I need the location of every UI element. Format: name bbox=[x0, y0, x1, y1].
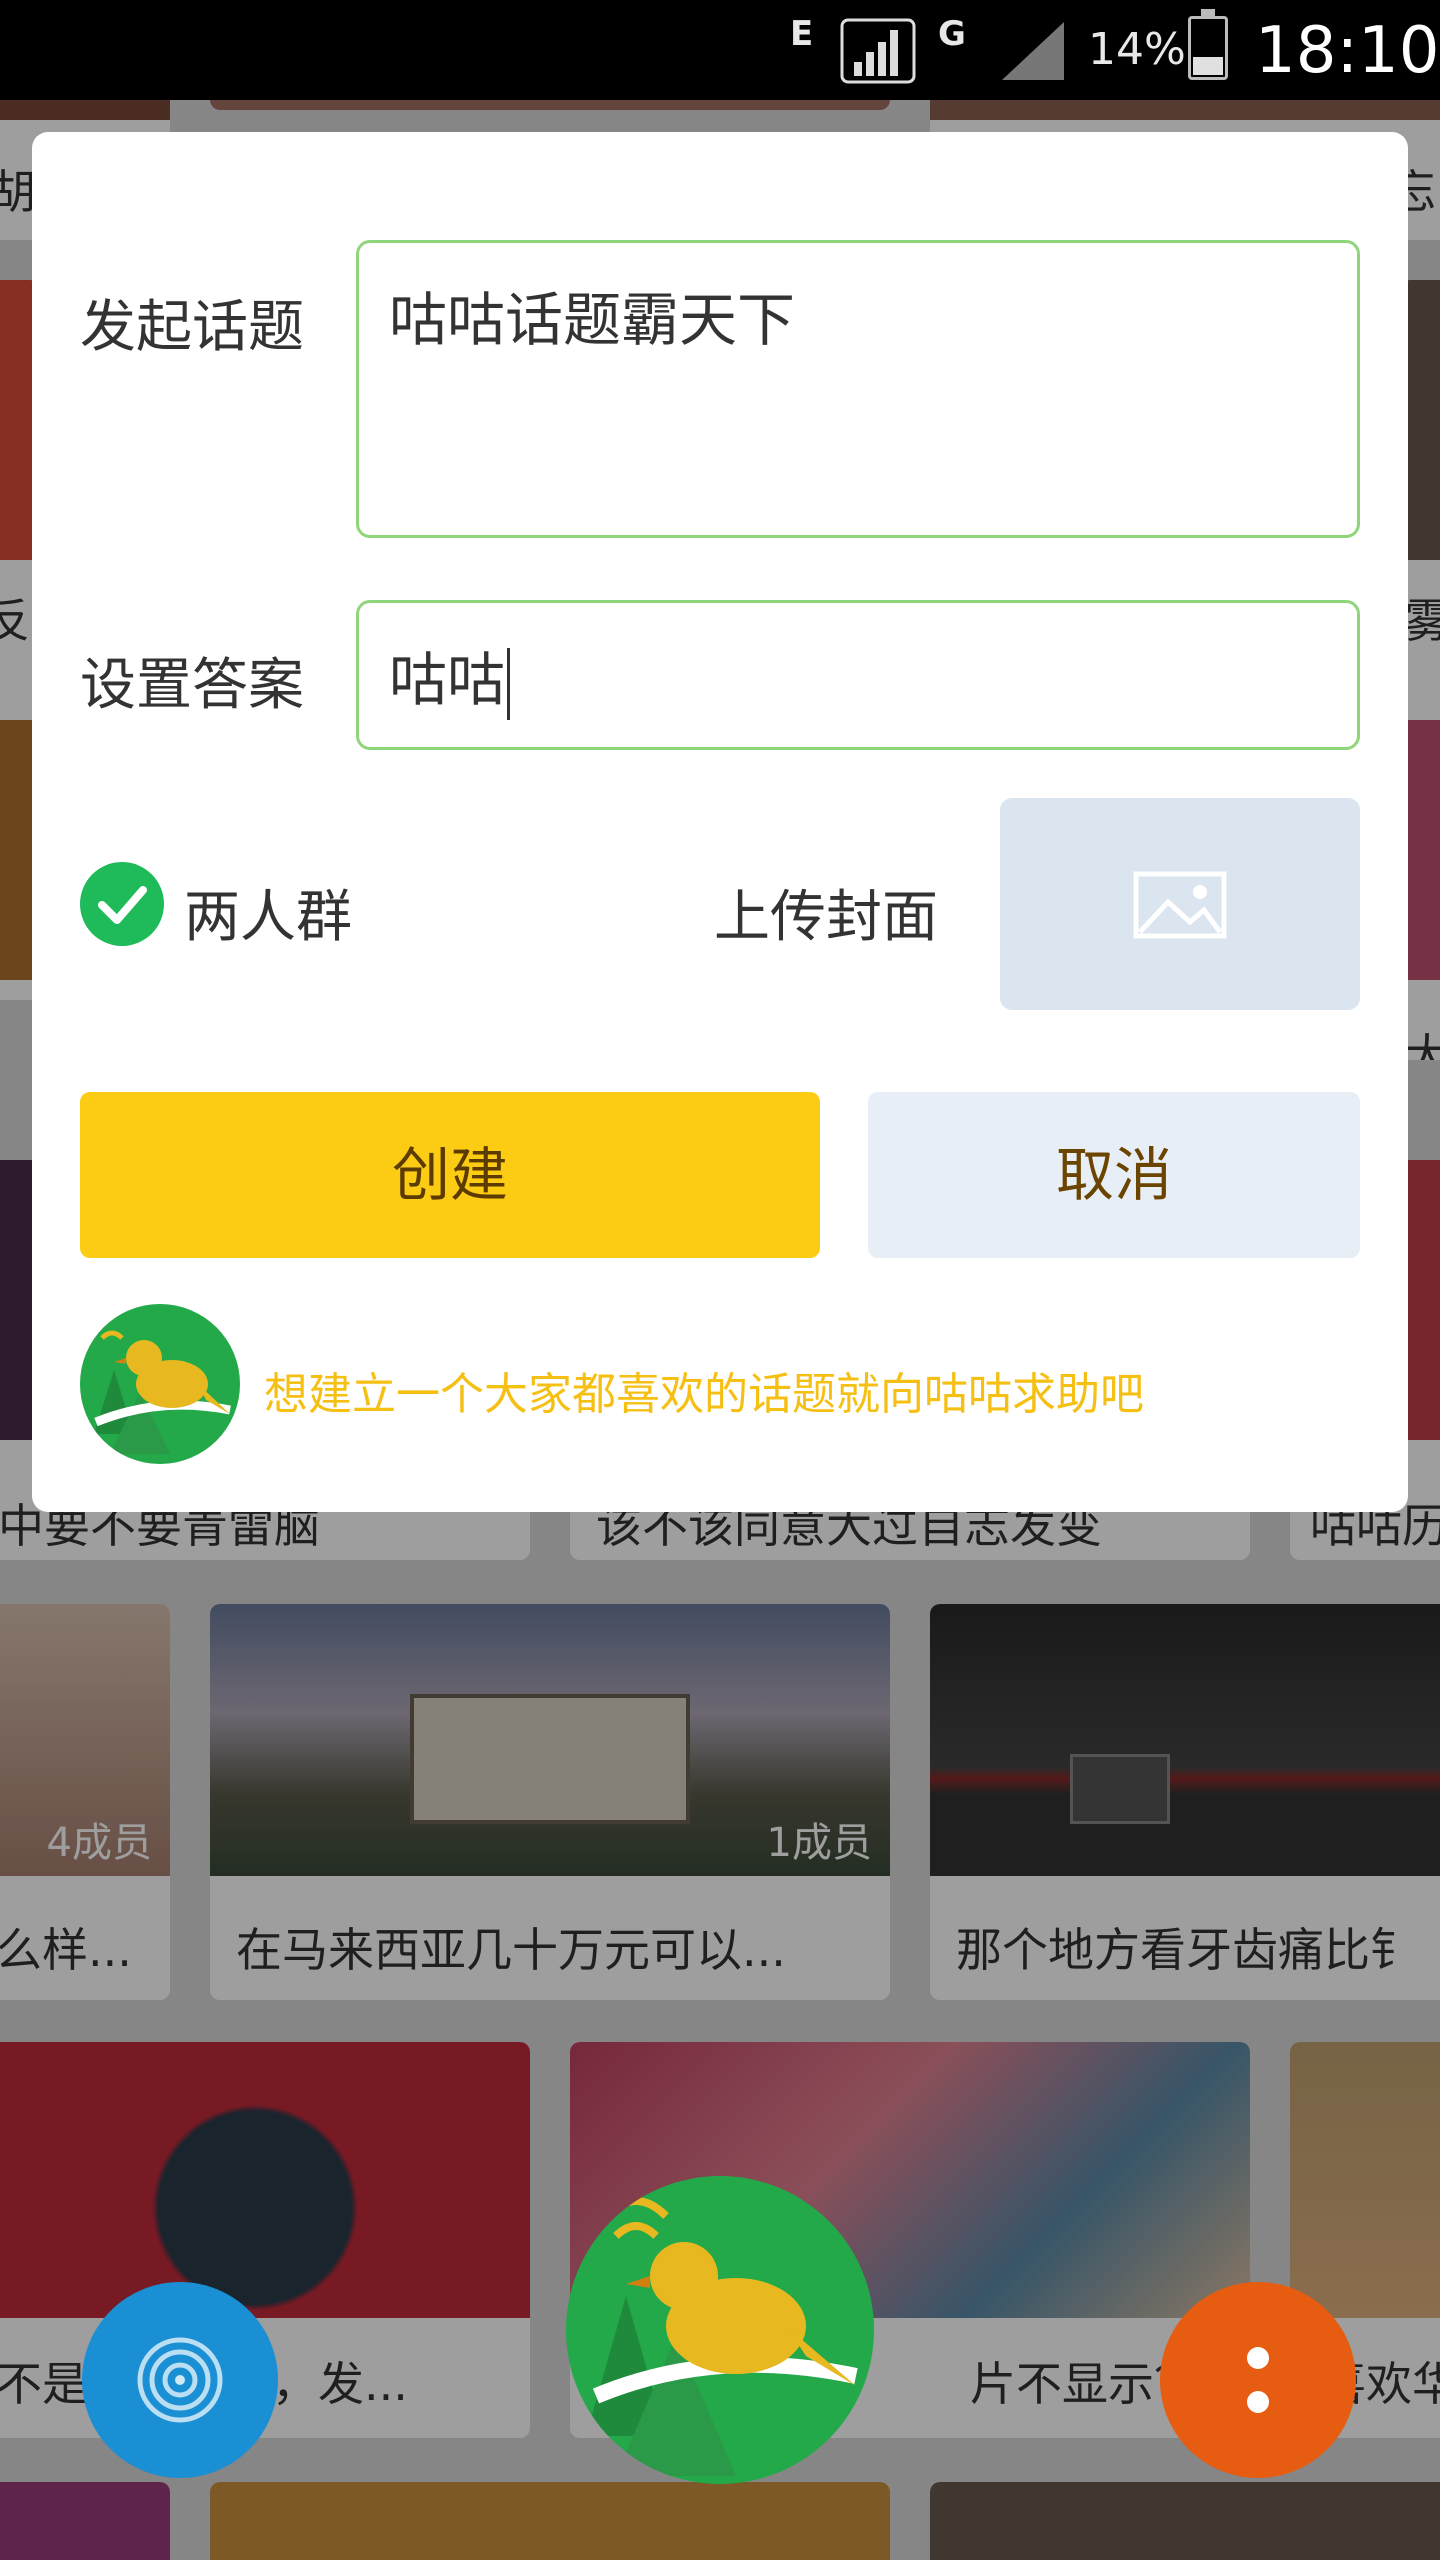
topic-input-value: 咕咕话题霸天下 bbox=[389, 286, 796, 354]
text-cursor bbox=[507, 647, 511, 720]
answer-input-value: 咕咕 bbox=[389, 646, 506, 714]
network-type-e: E bbox=[790, 14, 814, 54]
create-topic-dialog: 发起话题 咕咕话题霸天下 设置答案 咕咕 两人群 上传封面 创建 取消 想建立一… bbox=[32, 132, 1408, 1512]
two-person-label: 两人群 bbox=[184, 885, 352, 950]
broadcast-icon bbox=[137, 2337, 223, 2423]
answer-label: 设置答案 bbox=[80, 653, 304, 718]
topic-label: 发起话题 bbox=[80, 295, 304, 360]
upload-cover-label: 上传封面 bbox=[714, 885, 938, 950]
cancel-button[interactable]: 取消 bbox=[868, 1092, 1360, 1258]
network-type-g: G bbox=[938, 14, 966, 54]
signal-icon-2 bbox=[1002, 22, 1064, 80]
answer-input[interactable]: 咕咕 bbox=[356, 600, 1360, 750]
create-button[interactable]: 创建 bbox=[80, 1092, 820, 1258]
signal-icon bbox=[840, 18, 916, 84]
two-person-checkbox[interactable] bbox=[80, 862, 164, 946]
upload-cover-button[interactable] bbox=[1000, 798, 1360, 1010]
more-vertical-icon bbox=[1247, 2347, 1269, 2413]
bird-logo-icon bbox=[94, 1330, 231, 1454]
gugu-helper-avatar[interactable] bbox=[80, 1304, 240, 1464]
clock: 18:10 bbox=[1255, 14, 1440, 88]
more-button[interactable] bbox=[1160, 2282, 1356, 2478]
helper-hint-text[interactable]: 想建立一个大家都喜欢的话题就向咕咕求助吧 bbox=[264, 1358, 1144, 1422]
bird-logo-icon bbox=[586, 2197, 858, 2476]
home-logo-button[interactable] bbox=[566, 2176, 874, 2484]
image-placeholder-icon bbox=[1133, 871, 1227, 939]
battery-percent: 14% bbox=[1088, 24, 1186, 75]
battery-icon bbox=[1188, 9, 1228, 80]
status-bar: E G 14% 18:10 bbox=[0, 0, 1440, 100]
check-icon bbox=[98, 886, 147, 924]
broadcast-button[interactable] bbox=[82, 2282, 278, 2478]
topic-input[interactable]: 咕咕话题霸天下 bbox=[356, 240, 1360, 538]
